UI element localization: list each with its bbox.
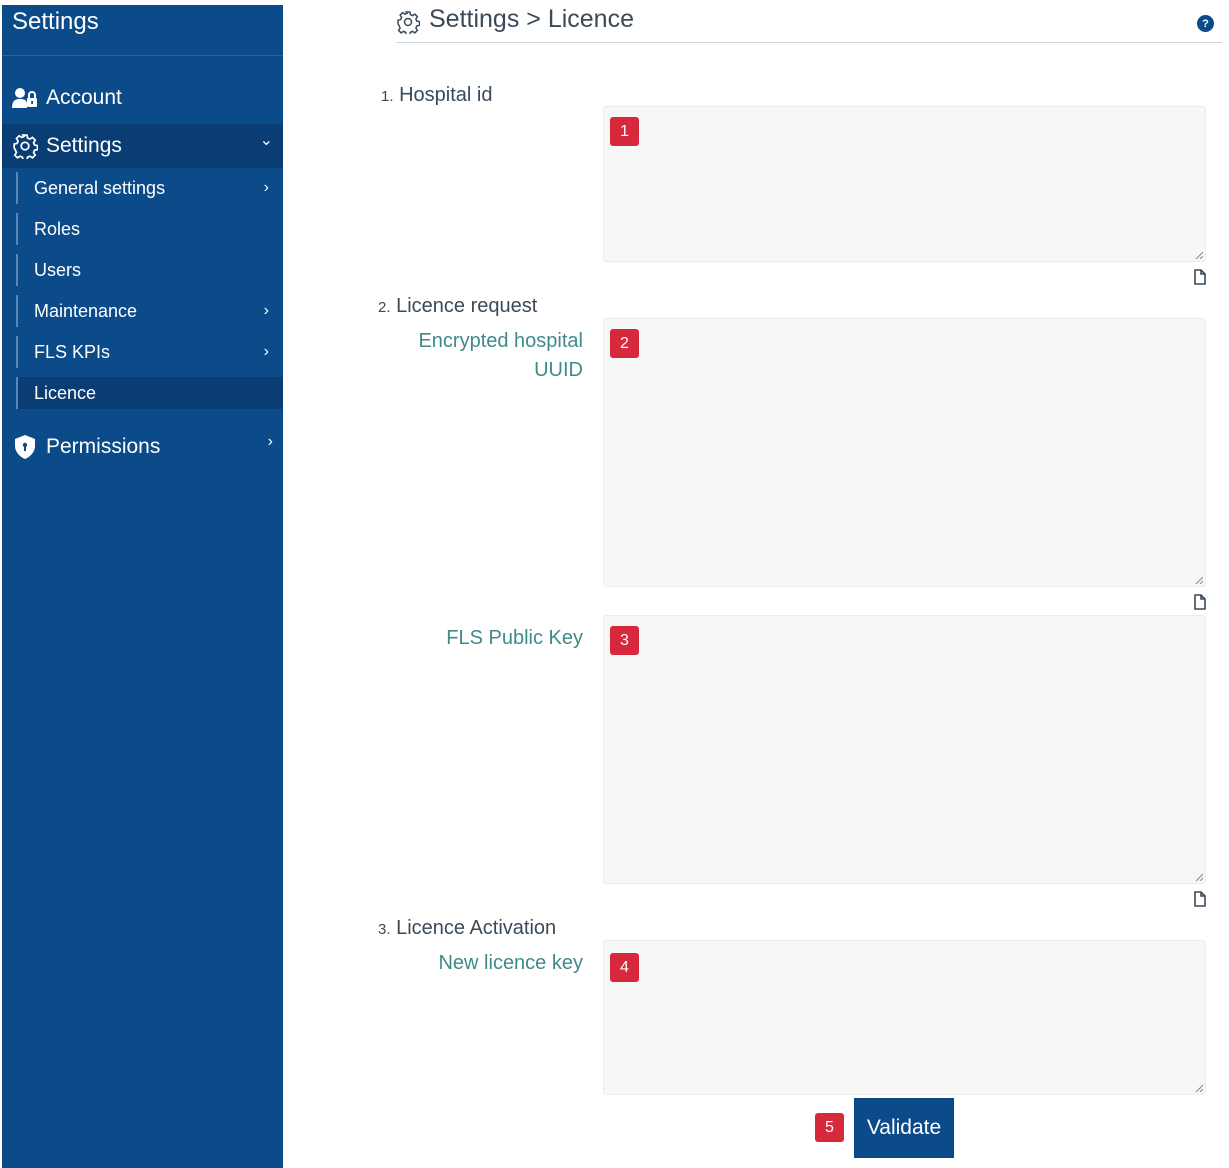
sidebar-subitem-label: Licence [34, 382, 97, 403]
field-label-encrypted-uuid: Encrypted hospital UUID [418, 330, 583, 381]
field-label-new-key: New licence key [438, 952, 583, 974]
annotation-badge: 4 [610, 953, 639, 982]
sidebar-subitem-roles[interactable]: Roles [16, 213, 283, 245]
annotation-badge: 3 [610, 626, 639, 655]
annotation-badge: 2 [610, 329, 639, 358]
sidebar-item-account[interactable]: Account [2, 76, 283, 120]
step-label: Licence request [396, 295, 538, 317]
sidebar-item-settings[interactable]: Settings ⌄ [2, 124, 283, 168]
sidebar-subitem-label: General settings [34, 177, 166, 198]
sidebar-item-account-label: Account [46, 86, 122, 109]
sidebar: Settings Account Settings ⌄ General sett… [2, 5, 283, 1168]
chevron-right-icon: › [263, 302, 269, 319]
sidebar-divider [2, 55, 283, 56]
sidebar-subitem-label: Maintenance [34, 300, 138, 321]
sidebar-subitem-label: Roles [34, 218, 81, 239]
shield-icon [12, 434, 38, 460]
resize-handle-icon[interactable] [1195, 251, 1203, 259]
step-number: 3. [378, 921, 391, 938]
sidebar-item-permissions[interactable]: Permissions › [2, 425, 283, 469]
step-number: 1. [381, 88, 394, 105]
copy-icon[interactable] [1192, 593, 1208, 611]
resize-handle-icon[interactable] [1195, 873, 1203, 881]
annotation-badge: 1 [610, 117, 639, 146]
step-licence-request: 2. Licence request [378, 295, 537, 318]
resize-handle-icon[interactable] [1195, 1084, 1203, 1092]
chevron-right-icon: › [263, 179, 269, 196]
sidebar-title: Settings [12, 8, 99, 35]
chevron-right-icon: › [263, 343, 269, 360]
sidebar-subitem-label: FLS KPIs [34, 341, 111, 362]
resize-handle-icon[interactable] [1195, 576, 1203, 584]
copy-icon[interactable] [1192, 268, 1208, 286]
chevron-right-icon: › [267, 433, 273, 450]
sidebar-subitem-users[interactable]: Users [16, 254, 283, 286]
user-lock-icon [12, 85, 38, 111]
sidebar-subitem-maintenance[interactable]: Maintenance › [16, 295, 283, 327]
copy-icon[interactable] [1192, 890, 1208, 908]
sidebar-subitem-general-settings[interactable]: General settings › [16, 172, 283, 204]
page-header: Settings > Licence [396, 3, 1222, 43]
sidebar-subitem-label: Users [34, 259, 82, 280]
new-licence-key-textarea[interactable] [603, 940, 1206, 1095]
step-hospital-id: 1. Hospital id [381, 84, 492, 107]
sidebar-subitem-licence[interactable]: Licence [16, 377, 283, 409]
sidebar-item-permissions-label: Permissions [46, 435, 161, 458]
sidebar-subitem-fls-kpis[interactable]: FLS KPIs › [16, 336, 283, 368]
chevron-down-icon: ⌄ [259, 132, 273, 149]
sidebar-item-settings-label: Settings [46, 134, 122, 157]
hospital-id-textarea[interactable] [603, 106, 1206, 262]
gear-icon [396, 10, 421, 36]
step-label: Hospital id [399, 84, 493, 106]
encrypted-uuid-textarea[interactable] [603, 318, 1206, 587]
field-label-public-key: FLS Public Key [446, 627, 583, 649]
gear-icon [12, 133, 38, 159]
step-label: Licence Activation [396, 917, 557, 939]
help-icon[interactable]: ? [1197, 15, 1214, 32]
validate-button[interactable]: Validate [854, 1098, 954, 1158]
page-title: Settings > Licence [429, 5, 634, 33]
step-number: 2. [378, 299, 391, 316]
public-key-textarea[interactable] [603, 615, 1206, 884]
step-licence-activation: 3. Licence Activation [378, 917, 556, 940]
annotation-badge: 5 [815, 1113, 844, 1142]
